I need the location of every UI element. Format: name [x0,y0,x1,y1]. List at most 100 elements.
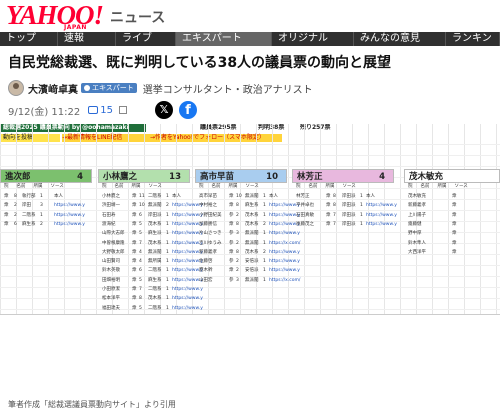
table-cell: 麻生派 [148,231,162,237]
candidate-count: 13 [169,172,181,182]
candidate-name: 林芳正 [297,172,323,182]
comment-count[interactable]: 15 [100,105,113,116]
sheet-gridline [0,210,500,211]
table-cell: 茂木系 [148,221,162,227]
logo-yahoo-text: YAHOO! [6,0,104,30]
table-cell: 無派閥 [148,249,162,255]
sheet-gridline [0,265,500,266]
table-cell: 1 [263,240,266,246]
sheet-gridline [448,124,449,314]
table-cell: 衆 [452,212,457,218]
table-cell: 衆 [4,203,9,209]
sheet-gridline [96,124,97,314]
nav-item-opinion[interactable]: みんなの意見 [354,32,446,46]
table-cell: https://www.y [54,221,85,227]
share-icon[interactable] [119,106,127,114]
table-cell: 麻生系 [245,203,259,209]
table-cell: https://www.y [269,259,300,265]
sheet-gridline [0,287,500,288]
sheet-site-title: 総裁選2025 議員票動向 by @oohamazaki [0,124,146,132]
table-cell: 参 [229,212,234,218]
sheet-gridline [0,124,1,314]
table-cell: 1 [166,305,169,311]
table-cell: 衆 [132,231,137,237]
sheet-gridline [48,124,49,314]
facebook-share-button[interactable]: f [179,101,197,119]
spreadsheet-image: 総裁選2025 議員票動向 by @oohamazaki 動向を投稿 →最新情報… [0,124,500,315]
table-cell: 1 [166,231,169,237]
sheet-gridline [224,124,225,314]
table-cell: 岸田派 [342,203,356,209]
nav-item-original[interactable]: オリジナル [272,32,354,46]
author-title: 選挙コンサルタント・政治アナリスト [142,84,313,96]
nav-item-expert[interactable]: エキスパート [176,32,272,46]
table-cell: 松本洋平 [102,296,120,302]
sheet-line-link: →最新情報をLINE配信 [62,134,152,142]
table-cell: 二階系 [148,287,162,292]
table-cell: 岸田派 [342,212,356,218]
nav-item-ranking[interactable]: ランキン [446,32,500,46]
table-cell: 加藤勝信 [199,221,217,227]
sheet-gridline [416,124,417,314]
article-meta: 9/12(金) 11:22 15 𝕏 f [8,101,197,119]
sheet-gridline [288,124,289,314]
sheet-gridline [336,124,337,314]
table-cell: https://www.y [366,212,397,218]
candidate-name: 茂木敏充 [409,172,444,182]
table-cell: 2 [236,212,239,218]
table-cell: 衆 [452,203,457,209]
sheet-post-link: 動向を投稿 [0,134,60,142]
table-cell: 2 [236,240,239,246]
table-cell: 2 [166,203,169,209]
author-avatar[interactable] [8,80,24,96]
table-cell: 5 [139,231,142,237]
table-cell: 衆 [229,203,234,209]
table-cell: 上川陽子 [408,212,426,218]
nav-item-live[interactable]: ライブ [116,32,176,46]
table-cell: 衆 [326,194,331,199]
table-cell: 1 [40,212,43,218]
table-cell: 3 [236,277,239,283]
table-cell: 本人 [172,194,181,199]
sheet-gridline [0,309,500,310]
table-cell: 二階系 [148,194,162,199]
table-cell: 中村裕之 [199,203,217,209]
candidate-header: 高市早苗 10 [195,169,287,183]
sheet-gridline [240,124,241,314]
column-header: ソース [342,184,356,189]
x-share-button[interactable]: 𝕏 [155,101,173,119]
sheet-gridline [176,124,177,314]
table-cell: 2 [40,221,43,227]
table-cell: 吉川ゆうみ [199,240,222,246]
table-cell: 衆 [132,240,137,246]
table-cell: 衆 [229,268,234,274]
column-headers: 院 名前 所属 ソース [296,184,364,190]
table-cell: 岸田派 [342,221,356,227]
image-caption: 筆者作成「総裁選議員票動向サイト」より引用 [8,400,176,409]
table-cell: 1 [263,259,266,265]
table-cell: 1 [360,221,363,227]
table-cell: 衆 [452,231,457,237]
table-cell: 齋藤健 [408,221,422,227]
logo-section-news[interactable]: ニュース [110,7,165,27]
nav-item-top[interactable]: トップ [0,32,58,46]
table-cell: 参 [229,231,234,237]
column-header: 所属 [437,184,447,189]
table-cell: 小林鷹之 [102,194,120,199]
table-cell: 7 [139,287,142,292]
table-cell: 1 [166,259,169,265]
comment-icon[interactable] [88,106,99,114]
table-cell: 衆 [326,221,331,227]
nav-item-breaking[interactable]: 速報 [58,32,116,46]
table-cell: 山際大志郎 [102,231,125,237]
sheet-gridline [464,124,465,314]
table-cell: 衆 [132,259,137,265]
table-cell: 8 [236,203,239,209]
table-cell: 衆 [132,287,137,292]
table-cell: 麻生系 [22,221,36,227]
table-cell: 5 [139,277,142,283]
table-cell: 衆 [132,221,137,227]
author-name[interactable]: 大濱﨑卓真 [28,81,78,96]
table-cell: 6 [14,221,17,227]
table-cell: 2 [236,268,239,274]
